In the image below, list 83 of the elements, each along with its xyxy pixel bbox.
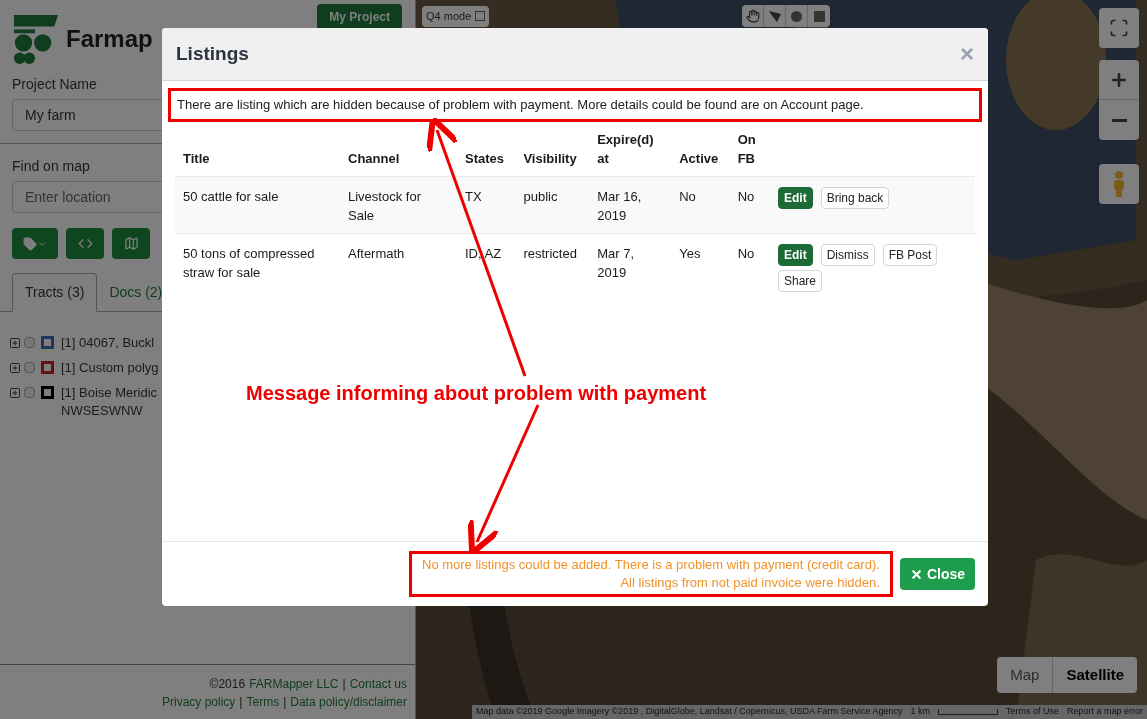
column-header: Channel: [348, 151, 400, 166]
dialog-title: Listings: [176, 41, 249, 66]
report-link[interactable]: Report a map error: [1066, 705, 1143, 719]
tract-label: [1] 04067, Buckl: [61, 334, 155, 352]
action-button[interactable]: FB Post: [882, 243, 938, 266]
close-button[interactable]: Close: [899, 558, 975, 590]
action-button[interactable]: Bring back: [820, 186, 890, 209]
expand-icon[interactable]: [9, 387, 21, 399]
map-button[interactable]: [112, 228, 150, 259]
column-header: Expire(d) at: [597, 130, 655, 168]
table-cell: No: [679, 188, 696, 204]
table-cell: public: [523, 188, 558, 204]
table-cell: 50 tons of compressed straw for sale: [183, 245, 315, 280]
column-header: Title: [183, 151, 210, 166]
table-cell: Mar 7, 2019: [597, 245, 635, 280]
attribution-text: Map data ©2019 Google Imagery ©2019 , DigitalGlobe, Landsat / Copernicus, USDA Farm Service Agency: [475, 705, 903, 719]
hand-icon[interactable]: [745, 9, 760, 23]
my-project-button[interactable]: My Project: [317, 4, 402, 30]
polygon-icon[interactable]: [767, 9, 782, 23]
table-cell: TX: [465, 188, 482, 204]
tag-icon: [23, 236, 37, 251]
warning-line: All listings from not paid invoice were hidden.: [619, 574, 880, 592]
footer-link[interactable]: Terms: [246, 693, 280, 711]
table-cell: Aftermath: [348, 245, 405, 261]
table-cell: No: [737, 188, 755, 204]
column-header: Active: [679, 151, 719, 166]
expand-icon[interactable]: [9, 337, 21, 349]
q4-mode-checkbox[interactable]: [475, 11, 486, 22]
company-link[interactable]: FARMapper LLC: [249, 675, 339, 693]
map-type-tab[interactable]: Map: [997, 657, 1054, 693]
table-cell: Livestock for Sale: [348, 188, 421, 223]
code-button[interactable]: [66, 228, 104, 259]
field-label: Project Name: [12, 75, 97, 94]
sidebar-tab[interactable]: Tracts (3): [12, 273, 98, 312]
map-icon: [123, 236, 139, 251]
footer-link[interactable]: Data policy/disclaimer: [290, 693, 407, 711]
payment-notice: There are listing which are hidden because of problem with payment. More details could be found are on Account page.: [168, 88, 982, 122]
action-button[interactable]: Share: [778, 269, 823, 292]
column-header: Visibility: [523, 151, 577, 166]
code-icon: [77, 236, 93, 251]
person-icon: [1112, 171, 1126, 197]
close-icon-button[interactable]: ×: [960, 42, 974, 66]
edit-button[interactable]: Edit: [778, 243, 813, 266]
tract-label: [1] Boise Meridic: [61, 384, 158, 402]
tract-checkbox[interactable]: [24, 387, 35, 398]
table-cell: Yes: [679, 245, 701, 261]
minus-icon: [1111, 118, 1127, 122]
tract-checkbox[interactable]: [24, 337, 35, 348]
edit-button[interactable]: Edit: [778, 186, 813, 209]
warning-line: No more listings could be added. There is a problem with payment (credit card).: [422, 556, 880, 574]
column-header: States: [465, 151, 505, 166]
table-cell: restricted: [523, 245, 577, 261]
tag-menu-button[interactable]: [12, 228, 58, 259]
expand-icon[interactable]: [9, 362, 21, 374]
separator: |: [283, 694, 287, 711]
sidebar-tab[interactable]: Docs (2): [97, 273, 175, 311]
table-cell: 50 cattle for sale: [183, 188, 279, 204]
separator: |: [342, 676, 346, 693]
field-label: Find on map: [12, 157, 90, 176]
fullscreen-button[interactable]: [1099, 8, 1139, 48]
map-type-tab[interactable]: Satellite: [1053, 657, 1137, 693]
close-icon: [909, 567, 923, 581]
separator: |: [239, 694, 243, 711]
copyright-text: ©2016: [209, 676, 246, 693]
footer-link[interactable]: Privacy policy: [162, 693, 236, 711]
contact-link[interactable]: Contact us: [349, 675, 407, 693]
logo-text: Farmap: [66, 24, 153, 54]
fullscreen-icon: [1109, 18, 1129, 38]
tract-label: [1] Custom polyg: [61, 359, 159, 377]
annotation-text: Message informing about problem with payment: [246, 381, 707, 406]
terms-link[interactable]: Terms of Use: [1005, 705, 1059, 719]
table-cell: Mar 16, 2019: [597, 188, 642, 223]
column-header: On FB: [737, 130, 757, 168]
table-cell: No: [737, 245, 755, 261]
tract-checkbox[interactable]: [24, 362, 35, 373]
q4-mode-label: Q4 mode: [426, 9, 472, 24]
action-button[interactable]: Dismiss: [820, 243, 875, 266]
logo-icon: [12, 12, 60, 66]
scale-bar: [937, 709, 998, 715]
square-icon[interactable]: [813, 10, 825, 22]
tract-label: NWSESWNW: [61, 402, 144, 420]
scale-label: 1 km: [910, 705, 930, 719]
table-cell: ID, AZ: [465, 245, 502, 261]
